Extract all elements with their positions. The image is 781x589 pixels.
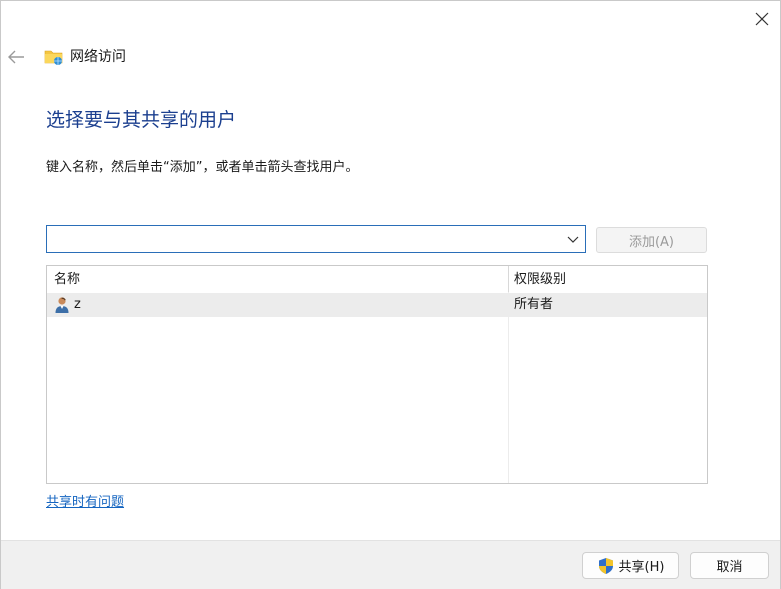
list-item[interactable]: z 所有者 bbox=[47, 293, 707, 317]
header-separator[interactable] bbox=[508, 266, 509, 292]
add-button[interactable]: 添加(A) bbox=[596, 227, 707, 253]
instruction-text: 键入名称，然后单击“添加”，或者单击箭头查找用户。 bbox=[46, 160, 359, 175]
user-name: z bbox=[74, 297, 81, 312]
share-button[interactable]: 共享(H) bbox=[582, 552, 679, 579]
page-heading: 选择要与其共享的用户 bbox=[46, 109, 237, 131]
user-icon bbox=[55, 297, 69, 313]
permission-level[interactable]: 所有者 bbox=[514, 293, 553, 317]
chevron-down-icon[interactable] bbox=[567, 234, 579, 244]
column-header-name[interactable]: 名称 bbox=[54, 268, 80, 292]
cancel-button[interactable]: 取消 bbox=[690, 552, 769, 579]
back-button[interactable] bbox=[4, 44, 28, 70]
window-title: 网络访问 bbox=[70, 49, 126, 65]
uac-shield-icon bbox=[598, 557, 613, 574]
dialog-footer: 共享(H) 取消 bbox=[1, 540, 780, 589]
user-name-input[interactable] bbox=[47, 226, 569, 252]
share-button-label: 共享(H) bbox=[618, 560, 665, 575]
close-button[interactable] bbox=[744, 4, 780, 34]
users-list[interactable]: 名称 权限级别 z 所有者 bbox=[46, 265, 708, 484]
back-arrow-icon bbox=[8, 50, 24, 64]
network-folder-icon bbox=[44, 50, 63, 65]
user-name-combobox[interactable] bbox=[46, 225, 586, 253]
sharing-help-link[interactable]: 共享时有问题 bbox=[46, 493, 124, 513]
close-icon bbox=[755, 12, 769, 26]
column-header-permission[interactable]: 权限级别 bbox=[514, 268, 566, 292]
